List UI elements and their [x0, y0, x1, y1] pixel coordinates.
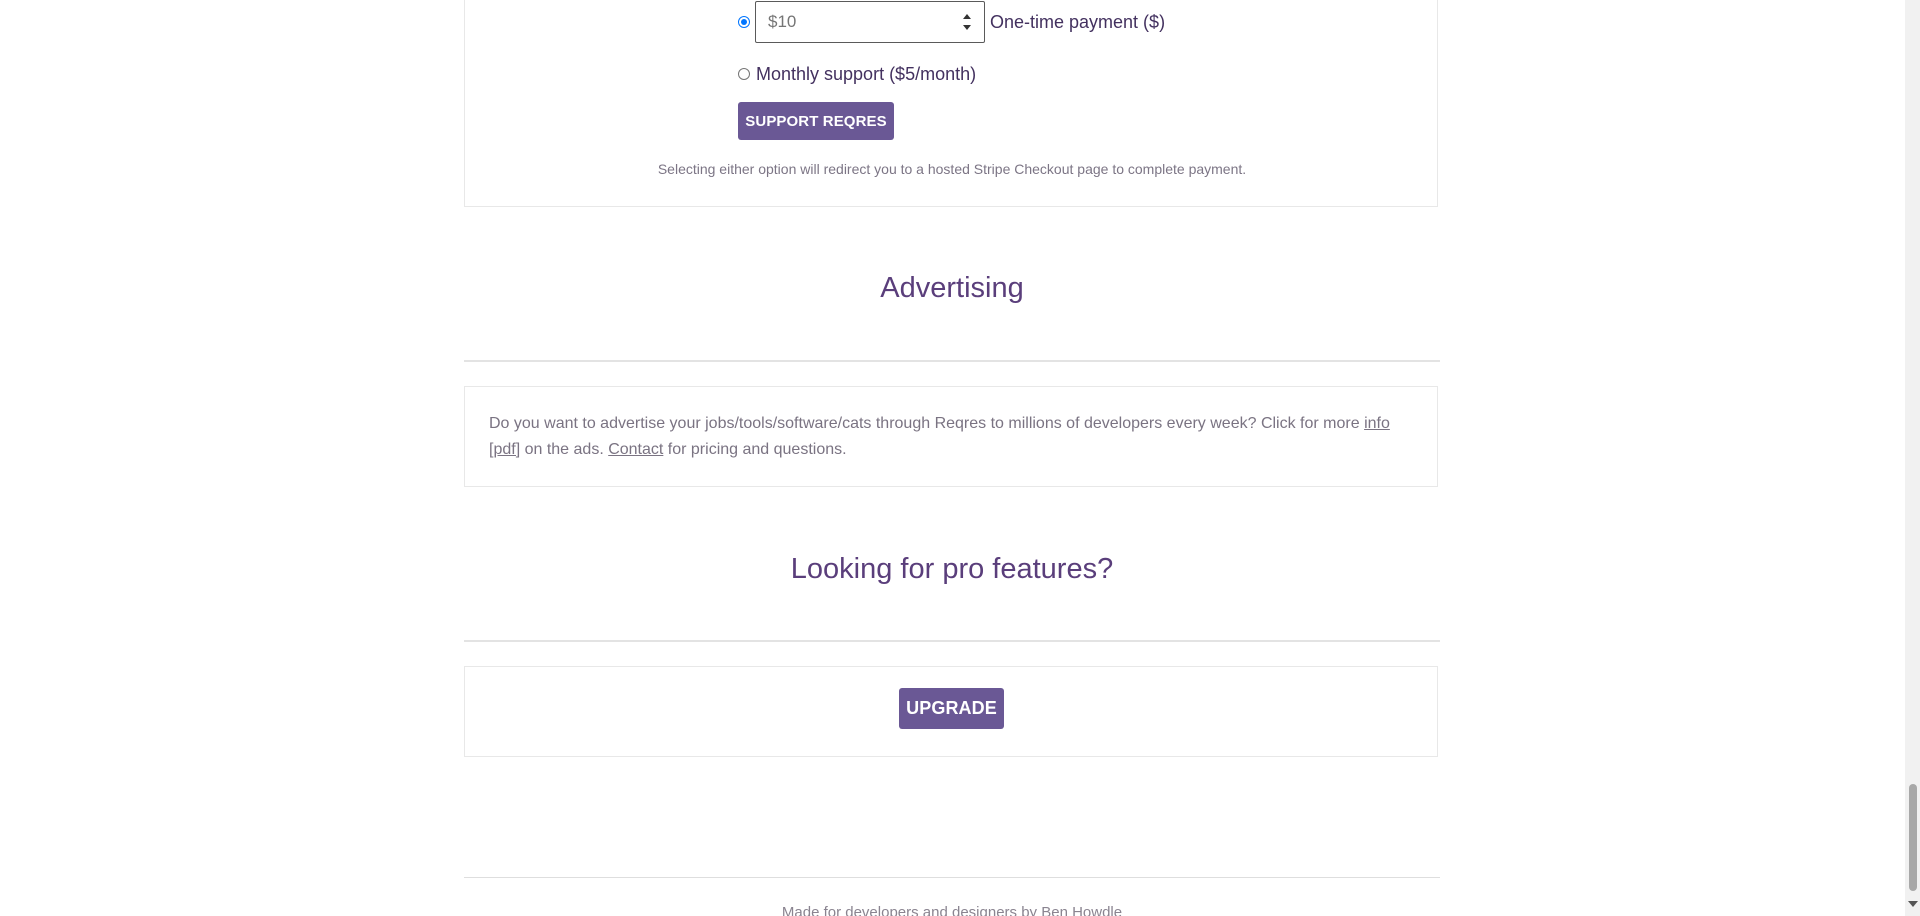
footer-text: Made for developers and designers by — [781, 904, 1042, 916]
advertising-text: Do you want to advertise your jobs/tools… — [489, 411, 1419, 463]
advertising-card: Do you want to advertise your jobs/tools… — [464, 386, 1438, 487]
scrollbar-thumb[interactable] — [1909, 784, 1917, 891]
amount-field[interactable] — [755, 1, 985, 43]
upgrade-button[interactable]: UPGRADE — [899, 688, 1004, 729]
ad-text-middle: on the ads. — [520, 441, 609, 458]
amount-input[interactable] — [756, 2, 948, 42]
pro-features-title: Looking for pro features? — [790, 553, 1114, 585]
support-reqres-button[interactable]: SUPPORT REQRES — [738, 102, 894, 140]
author-link[interactable]: Ben Howdle — [1041, 904, 1122, 916]
monthly-radio[interactable] — [738, 68, 750, 80]
pro-divider — [464, 640, 1440, 642]
ad-text-after: for pricing and questions. — [663, 441, 847, 458]
one-time-radio[interactable] — [738, 16, 750, 28]
scroll-down-arrow-icon[interactable] — [1908, 901, 1918, 907]
one-time-label: One-time payment ($) — [990, 12, 1166, 32]
ad-text-before: Do you want to advertise your jobs/tools… — [489, 415, 1365, 432]
stripe-note: Selecting either option will redirect yo… — [657, 161, 1247, 177]
monthly-option[interactable] — [738, 68, 750, 80]
vertical-scrollbar[interactable] — [1905, 0, 1920, 916]
page: One-time payment ($) Monthly support ($5… — [0, 0, 1905, 916]
amount-spinner[interactable] — [962, 10, 972, 34]
advertising-divider — [464, 360, 1440, 362]
footer: Made for developers and designers by Ben… — [464, 904, 1440, 916]
footer-divider — [464, 877, 1440, 878]
spinner-down-icon[interactable] — [963, 25, 971, 30]
advertising-title: Advertising — [880, 272, 1024, 304]
monthly-label: Monthly support ($5/month) — [756, 64, 977, 84]
one-time-option[interactable] — [738, 16, 750, 28]
spinner-up-icon[interactable] — [963, 14, 971, 19]
contact-link[interactable]: Contact — [608, 441, 663, 458]
